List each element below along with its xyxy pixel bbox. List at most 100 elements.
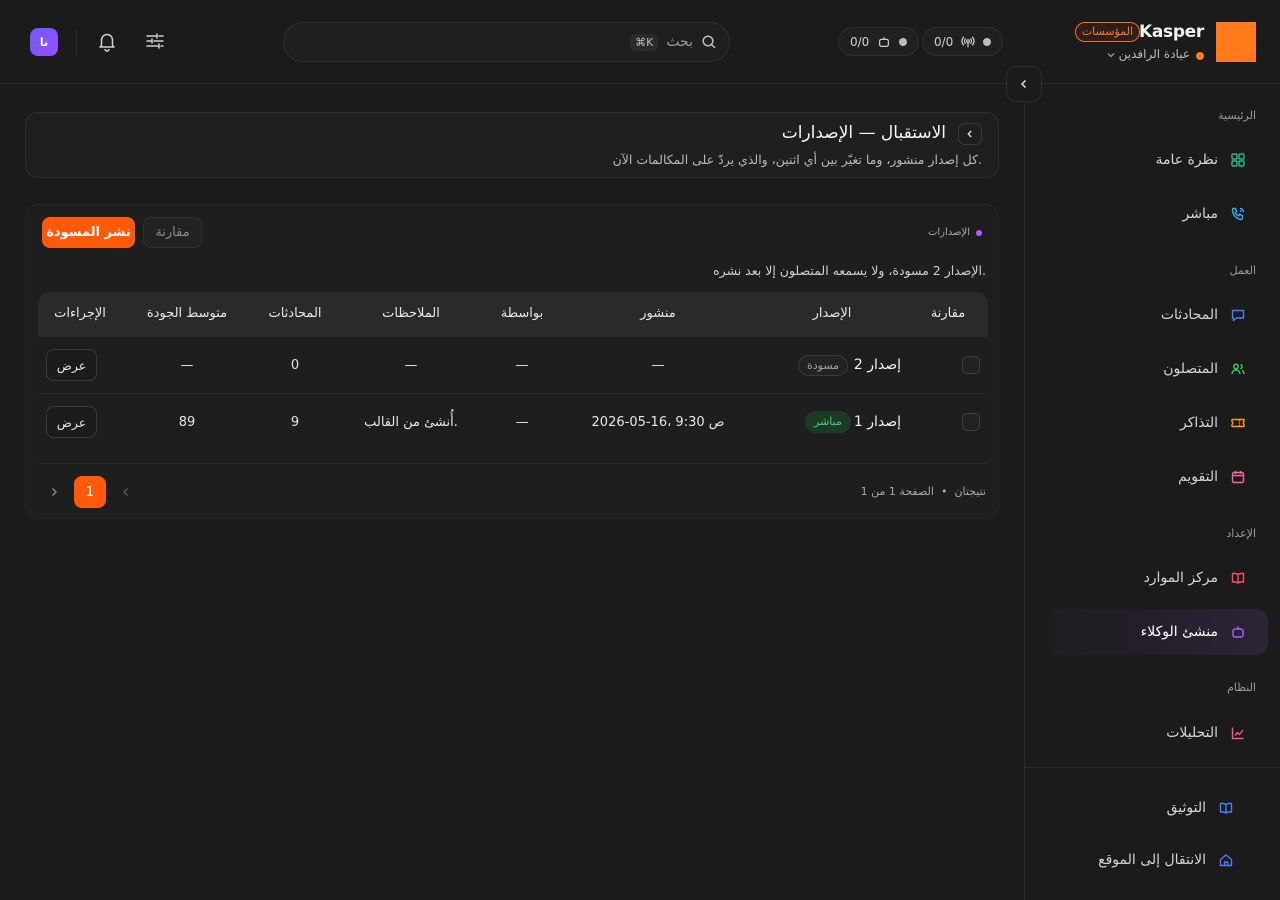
- sidebar-item-label: مركز الموارد: [1143, 570, 1218, 586]
- search-shortcut: ⌘K: [630, 33, 659, 51]
- sidebar-item-label: نظرة عامة: [1155, 152, 1218, 168]
- chevron-left-icon: [967, 130, 972, 138]
- column-header: الإصدار: [812, 306, 852, 321]
- sidebar-section-label: العمل: [1229, 264, 1256, 277]
- view-button[interactable]: عرض: [46, 406, 97, 438]
- sidebar-item-docs[interactable]: التوثيق: [1048, 785, 1268, 831]
- message-icon: [1231, 309, 1245, 322]
- sidebar-item-live[interactable]: مباشر: [1048, 191, 1268, 237]
- column-header: متوسط الجودة: [146, 306, 228, 321]
- table-header: مقارنة الإصدار منشور بواسطة الملاحظات ال…: [38, 292, 988, 337]
- plan-badge: المؤسسات: [1074, 22, 1140, 42]
- sidebar-item-label: التذاكر: [1179, 415, 1218, 431]
- versions-card: الإصدارات مقارنة نشر المسودة الإصدار 2 م…: [25, 204, 999, 519]
- table-row: إصدار 2 مسودة — — — 0 — عرض: [38, 337, 988, 394]
- compare-checkbox[interactable]: [962, 413, 980, 431]
- sidebar-item-label: منشئ الوكلاء: [1140, 624, 1218, 640]
- column-header: الإجراءات: [54, 306, 106, 321]
- bell-icon[interactable]: [96, 30, 118, 52]
- section-tag-label: الإصدارات: [927, 227, 970, 238]
- status-badge: مسودة: [798, 355, 849, 376]
- bot-icon: [879, 36, 890, 47]
- table-row: إصدار 1 مباشر 2026-05-16، 9:30 ص — أُنشئ…: [38, 394, 988, 451]
- users-icon: [1231, 363, 1245, 375]
- page-title: الاستقبال — الإصدارات: [781, 123, 946, 143]
- book-open-icon: [1231, 572, 1245, 584]
- quality-cell: 89: [178, 415, 196, 430]
- sidebar-item-agent-builder[interactable]: منشئ الوكلاء: [1048, 609, 1268, 655]
- status-dot: [983, 37, 992, 46]
- by-cell: —: [515, 358, 529, 373]
- column-header: منشور: [640, 306, 676, 321]
- separator-dot: •: [940, 485, 948, 498]
- sidebar-item-label: مباشر: [1182, 206, 1218, 222]
- top-bar: Kasper المؤسسات عيادة الرافدين 0/0 0/0 ب…: [0, 0, 1280, 84]
- sidebar-divider: [1024, 767, 1280, 768]
- page-info: الصفحة 1 من 1: [860, 485, 934, 498]
- sidebar-section-label: النظام: [1227, 681, 1256, 694]
- search-bar[interactable]: بحث ⌘K: [283, 22, 730, 62]
- live-calls-pill[interactable]: 0/0: [922, 27, 1004, 56]
- status-badge: مباشر: [805, 411, 851, 433]
- section-dot: [976, 229, 982, 236]
- sidebar-item-analytics[interactable]: التحليلات: [1048, 710, 1268, 756]
- home-icon: [1219, 854, 1233, 867]
- chevron-down-icon[interactable]: [1106, 50, 1116, 60]
- org-status-dot: [1196, 52, 1204, 60]
- sidebar-item-overview[interactable]: نظرة عامة: [1048, 137, 1268, 183]
- sidebar-section-label: الإعداد: [1226, 527, 1256, 540]
- column-header: مقارنة: [930, 306, 966, 321]
- calendar-icon: [1231, 471, 1245, 484]
- chevron-right-icon[interactable]: [48, 486, 60, 498]
- avatar[interactable]: نا: [30, 28, 58, 56]
- sidebar-item-label: التوثيق: [1166, 800, 1206, 816]
- back-button[interactable]: [958, 123, 982, 145]
- sidebar: الرئيسية نظرة عامة مباشر العمل المحادثات…: [1024, 84, 1280, 900]
- sliders-icon[interactable]: [144, 30, 166, 52]
- sidebar-item-calendar[interactable]: التقويم: [1048, 454, 1268, 500]
- section-tag: الإصدارات: [928, 227, 982, 238]
- page-number-current[interactable]: 1: [74, 476, 106, 508]
- sidebar-collapse-button[interactable]: [1006, 66, 1042, 102]
- org-name[interactable]: عيادة الرافدين: [1119, 47, 1190, 61]
- chart-line-icon: [1231, 727, 1244, 740]
- sidebar-item-resources[interactable]: مركز الموارد: [1048, 555, 1268, 601]
- broadcast-icon: [961, 36, 975, 47]
- compare-button[interactable]: مقارنة: [143, 217, 202, 248]
- brand-logo[interactable]: [1216, 22, 1256, 62]
- column-header: المحادثات: [268, 306, 322, 321]
- phone-call-icon: [1231, 207, 1245, 221]
- published-cell: 2026-05-16، 9:30 ص: [591, 415, 725, 430]
- ticket-icon: [1231, 418, 1245, 428]
- book-icon: [1219, 802, 1233, 814]
- compare-checkbox[interactable]: [962, 356, 980, 374]
- sidebar-item-label: التقويم: [1178, 469, 1218, 485]
- search-icon: [702, 35, 716, 49]
- column-header: بواسطة: [500, 306, 544, 321]
- sidebar-item-callers[interactable]: المتصلون: [1048, 346, 1268, 392]
- publish-draft-button[interactable]: نشر المسودة: [42, 217, 135, 248]
- version-name[interactable]: إصدار 2: [854, 357, 901, 373]
- sidebar-item-tickets[interactable]: التذاكر: [1048, 400, 1268, 446]
- chevron-left-icon[interactable]: [120, 486, 132, 498]
- pagination-divider: [38, 463, 988, 464]
- versions-table: مقارنة الإصدار منشور بواسطة الملاحظات ال…: [38, 292, 988, 451]
- main-content: الاستقبال — الإصدارات كل إصدار منشور، وم…: [0, 84, 1024, 900]
- notes-cell: —: [404, 358, 418, 373]
- search-placeholder: بحث: [666, 34, 693, 50]
- brand-name: Kasper: [1138, 22, 1204, 42]
- sidebar-item-go-to-site[interactable]: الانتقال إلى الموقع: [1048, 837, 1268, 883]
- quality-cell: —: [180, 358, 194, 373]
- sidebar-section-label: الرئيسية: [1218, 109, 1256, 122]
- view-button[interactable]: عرض: [46, 349, 97, 381]
- conversations-cell: 0: [290, 358, 300, 373]
- active-agents-pill[interactable]: 0/0: [838, 27, 920, 56]
- sidebar-item-label: التحليلات: [1166, 725, 1218, 741]
- version-name[interactable]: إصدار 1: [854, 414, 901, 430]
- notes-cell: أُنشئ من القالب.: [364, 415, 458, 430]
- sidebar-item-label: المتصلون: [1163, 361, 1218, 377]
- column-header: الملاحظات: [382, 306, 440, 321]
- conversations-cell: 9: [290, 415, 300, 430]
- sidebar-item-conversations[interactable]: المحادثات: [1048, 292, 1268, 338]
- chevron-left-icon: [1020, 79, 1027, 89]
